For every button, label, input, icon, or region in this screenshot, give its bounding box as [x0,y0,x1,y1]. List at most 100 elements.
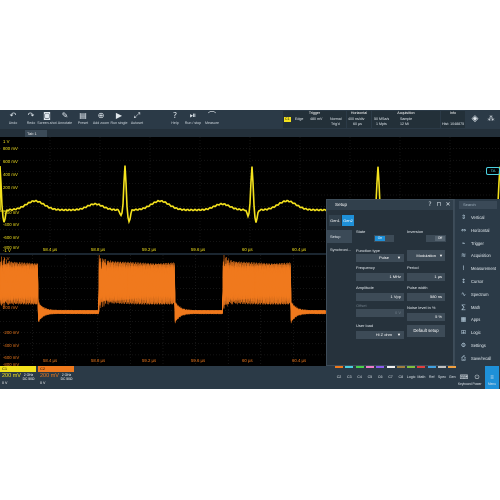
bottom-button-logic[interactable]: Logic [406,366,416,389]
bottom-button-math[interactable]: Math [416,366,426,389]
tab-gen2[interactable]: Gen2 [342,215,354,226]
bottom-button-c8[interactable]: C8 [396,366,406,389]
bottom-button-c6[interactable]: C6 [375,366,385,389]
bottom-button-c3[interactable]: C3 [344,366,354,389]
bottom-button-gen[interactable]: Gen [447,366,457,389]
color-stripe [448,366,457,368]
menu-item-spectrum[interactable]: ∿ Spectrum [455,288,500,301]
x-tick-label: 59.6 µs [191,358,206,363]
period-field[interactable]: 1 µs [407,273,445,281]
side-item-setup[interactable]: Setup [327,230,352,243]
offset-field[interactable]: 0 V [356,309,404,317]
bottom-button-c4[interactable]: C4 [355,366,365,389]
side-item-synchronization[interactable]: Synchroni... [327,243,352,256]
chevron-down-icon: ▼ [439,253,443,258]
measure-button[interactable]: ⌒ Measure [201,110,223,129]
save-icon: ⎙ [461,354,466,362]
c2-y-tick-label: -600 mV [3,355,20,360]
menu-item-label: Trigger [471,240,484,246]
menu-item-trigger[interactable]: ⌁ Trigger [455,237,500,250]
menu-item-math[interactable]: ∑ Math [455,301,500,314]
info-block[interactable]: Info Hist: 1048875 [441,111,465,128]
menu-item-label: Acquisition [471,253,491,259]
c1-y-tick-label: -600 mV [3,235,20,240]
tab-gen1[interactable]: Gen1 [329,215,341,226]
amplitude-label: Amplitude [356,285,374,290]
search-input[interactable]: Search [459,201,497,209]
frequency-field[interactable]: 1 MHz [356,273,404,281]
c1-y-tick-label: 200 mV [3,185,18,190]
power-icon: ⏻ [474,375,480,381]
menu-item-save-recall[interactable]: ⎙ Save/recall [455,352,500,365]
trigger-marker[interactable]: TA [486,167,500,175]
user-load-label: User load [356,323,374,328]
color-stripe [386,366,395,368]
bottom-button-label: C6 [377,375,383,379]
bottom-button-label: Ref [428,375,435,379]
channel-c2-box[interactable]: C2 200 mV 2 GHz DC 50Ω 0 V [38,366,74,389]
x-tick-label: 58.4 µs [43,358,58,363]
color-stripe [427,366,436,368]
menu-item-label: Logic [471,330,481,336]
horizontal-icon: ⇔ [460,226,467,234]
logic-icon: ⊞ [460,329,467,337]
x-tick-label: 58.4 µs [43,247,58,252]
waveform-c2-plot [0,255,326,366]
x-tick-label: 59.6 µs [191,247,206,252]
bottom-button-label: Gen [448,375,456,379]
bottom-button-label: Spec [437,375,447,379]
channel-c1-box[interactable]: C1 200 mV 2 GHz DC 50Ω 0 V [0,366,36,389]
menu-item-horizontal[interactable]: ⇔ Horizontal [455,224,500,237]
noise-level-field[interactable]: 5 % [407,313,445,321]
color-stripe [407,366,416,368]
bottom-button-spec[interactable]: Spec [437,366,447,389]
inversion-label: Inversion [407,229,424,234]
power-button[interactable]: ⏻ Power [471,366,483,389]
keyboard-icon: ⌨ [459,375,469,381]
default-setup-button[interactable]: Default setup [407,325,445,337]
menu-item-label: Settings [471,343,486,348]
bottom-button-ref[interactable]: Ref [427,366,437,389]
menu-item-label: Cursor [471,279,484,284]
trigger-block[interactable]: Trigger C1 Edge 480 mV Normal Trig'd [283,111,346,128]
side-menu: Search ⇕ Vertical ⇔ Horizontal ⌁ Trigger ≋ Acqu… [454,199,500,366]
autoset-button[interactable]: ⤢ Autoset [126,110,148,129]
inversion-toggle[interactable]: Off [426,235,446,242]
pin-icon[interactable]: ⊓ [435,201,443,209]
acquisition-block[interactable]: Acquisition 50 MSa/s Sample 1 Mpts 12 Mi [372,111,440,128]
bottom-button-c7[interactable]: C7 [386,366,396,389]
autoset-icon: ⤢ [133,111,141,120]
bottom-button-label: C3 [346,375,352,379]
menu-item-settings[interactable]: ⚙ Settings [455,339,500,352]
offset-label: Offset [356,303,367,308]
x-tick-label: 60 µs [242,358,253,363]
bottom-button-label: C5 [367,375,373,379]
bottom-button-label: C8 [398,375,404,379]
menu-item-logic[interactable]: ⊞ Logic [455,326,500,339]
pulse-width-field[interactable]: 580 ns [407,293,445,301]
menu-item-apps[interactable]: ▦ Apps [455,313,500,326]
keyboard-button[interactable]: ⌨ Keyboard [458,366,472,389]
state-toggle[interactable]: On [374,235,394,242]
state-label: State [356,229,366,234]
x-tick-label: 60 µs [242,247,253,252]
amplitude-field[interactable]: 1 Vpp [356,293,404,301]
bottom-button-c5[interactable]: C5 [365,366,375,389]
menu-button[interactable]: ≡ Menu [485,366,499,389]
horizontal-block[interactable]: Horizontal 400 ns/div 60 µs [347,111,371,128]
bottom-button-label: C4 [357,375,362,379]
diagram-c2[interactable]: 1 V 800 mV 600 mV 400 mV 200 mV -200 mV -400 m… [0,255,326,366]
menu-item-label: Measurement [471,266,497,272]
apps-icon: ▦ [460,316,467,324]
bottom-button-c2[interactable]: C2 [334,366,344,389]
menu-item-cursor[interactable]: ↕ Cursor [455,275,500,288]
close-icon[interactable]: ✕ [444,201,452,209]
color-stripe [365,366,374,368]
x-tick-label: 59.2 µs [142,247,157,252]
menu-item-acquisition[interactable]: ≋ Acquisition [455,249,500,262]
color-stripe [417,366,426,368]
help-icon[interactable]: ? [426,201,434,209]
noise-level-label: Noise level in % [407,305,436,310]
menu-item-measurement[interactable]: ⌇ Measurement [455,262,500,275]
menu-item-vertical[interactable]: ⇕ Vertical [455,211,500,224]
